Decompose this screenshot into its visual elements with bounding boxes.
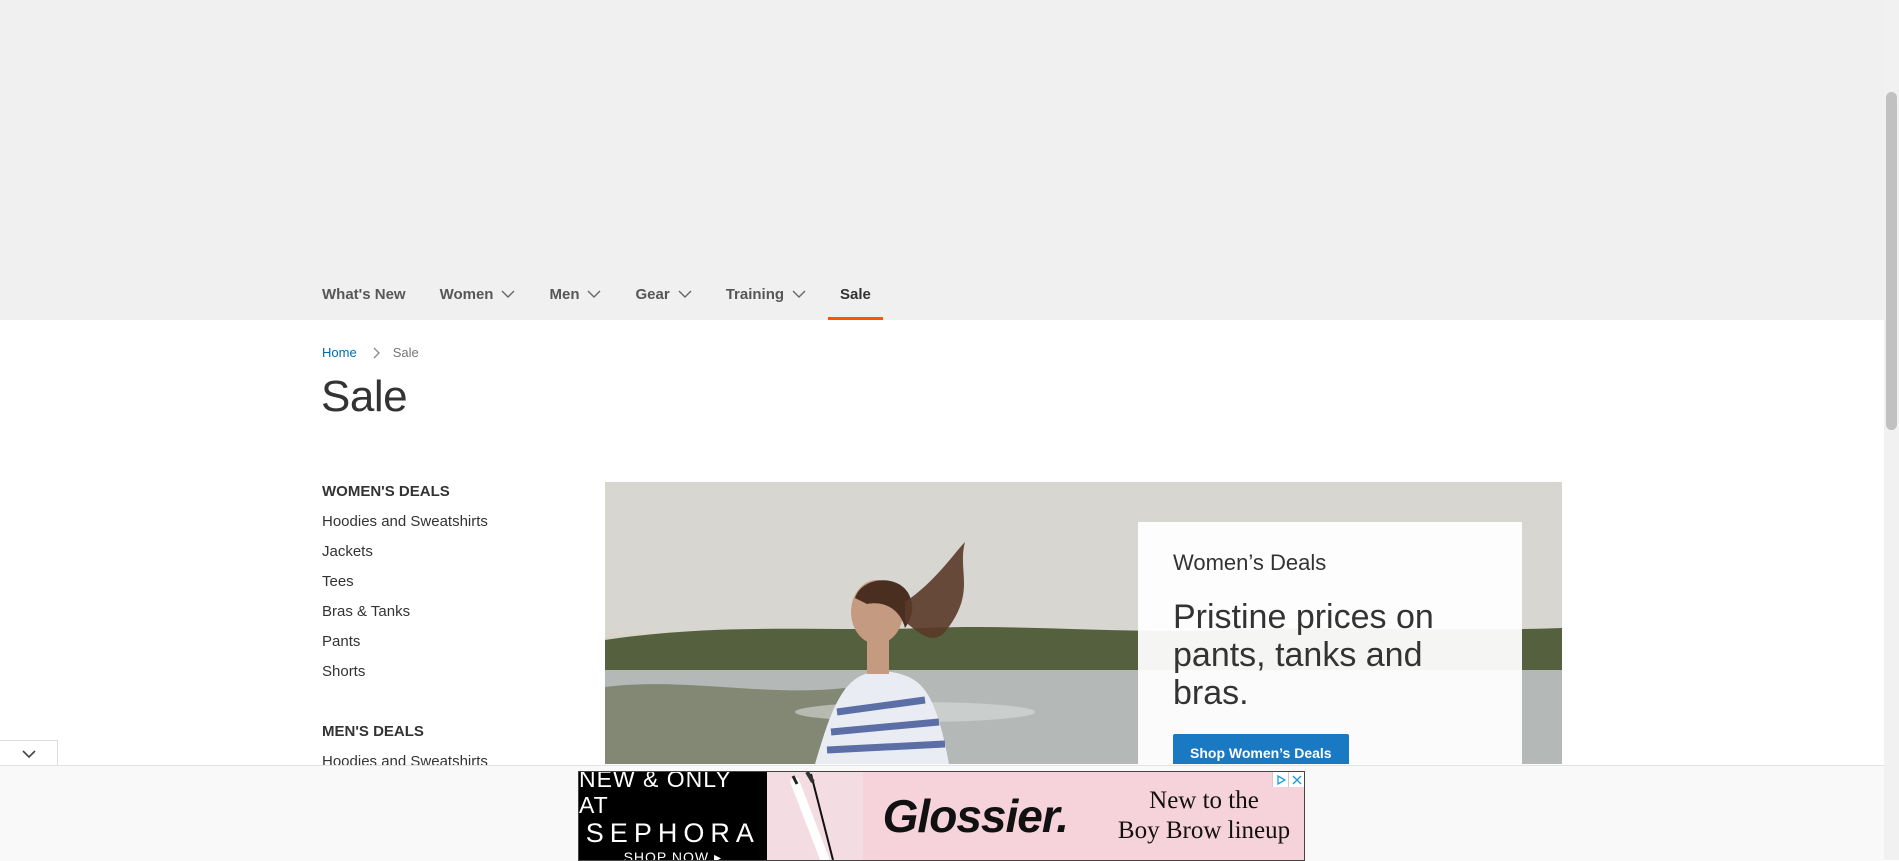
nav-item-men[interactable]: Men <box>549 268 601 320</box>
sidebar-link[interactable]: Pants <box>322 632 562 662</box>
sidebar-link[interactable]: Bras & Tanks <box>322 602 562 632</box>
nav-item-training[interactable]: Training <box>726 268 806 320</box>
nav-item-label: Training <box>725 285 785 303</box>
ad-tagline: New to the Boy Brow lineup <box>1104 786 1304 846</box>
ad-sephora-line1: NEW & ONLY AT <box>579 771 732 818</box>
ad-tagline-line2: Boy Brow lineup <box>1117 817 1291 844</box>
header-band <box>0 0 1884 320</box>
ad-bar: NEW & ONLY AT SEPHORA SHOP NOW ▸ Glossie… <box>0 765 1884 861</box>
nav-item-label: Women <box>439 285 494 303</box>
chevron-down-icon <box>678 290 692 298</box>
chevron-down-icon <box>21 750 36 759</box>
sidebar-link[interactable]: Tees <box>322 572 562 602</box>
nav-item-women[interactable]: Women <box>440 268 516 320</box>
sidebar-deals: WOMEN'S DEALS Hoodies and Sweatshirts Ja… <box>322 482 562 782</box>
nav-item-label: Sale <box>840 285 871 303</box>
nav-item-sale[interactable]: Sale <box>828 268 883 320</box>
chevron-down-icon <box>587 290 601 298</box>
close-icon[interactable] <box>1288 772 1304 787</box>
sidebar-link[interactable]: Hoodies and Sweatshirts <box>322 512 562 542</box>
sidebar-group-title: MEN'S DEALS <box>322 723 424 740</box>
ad-controls <box>1272 772 1304 787</box>
ad-tagline-line1: New to the <box>1149 787 1259 814</box>
adchoices-icon[interactable] <box>1272 772 1288 787</box>
ad-sephora-line2: SEPHORA <box>585 818 760 848</box>
hero-banner[interactable]: Women’s Deals Pristine prices on pants, … <box>605 482 1562 764</box>
promo-eyebrow: Women’s Deals <box>1173 550 1327 575</box>
ad-glossier-panel: Glossier. New to the Boy Brow lineup <box>862 772 1304 860</box>
chevron-down-icon <box>501 290 515 298</box>
ad-product-image <box>766 772 863 860</box>
nav-item-whats-new[interactable]: What's New <box>322 268 406 320</box>
chevron-down-icon <box>792 290 806 298</box>
scrollbar-thumb[interactable] <box>1886 92 1897 430</box>
ad-brand: Glossier. <box>882 790 1069 842</box>
brow-pencil-image <box>790 772 834 860</box>
ad-sephora-line3: SHOP NOW ▸ <box>623 849 723 861</box>
breadcrumb: Home Sale <box>322 345 419 360</box>
ad-sephora-panel: NEW & ONLY AT SEPHORA SHOP NOW ▸ <box>579 772 767 860</box>
collapse-ad-button[interactable] <box>0 740 58 767</box>
sidebar-link[interactable]: Shorts <box>322 662 562 692</box>
breadcrumb-home-link[interactable]: Home <box>322 345 357 360</box>
nav-item-gear[interactable]: Gear <box>635 268 692 320</box>
breadcrumb-current: Sale <box>392 345 419 360</box>
promo-headline: Pristine prices on pants, tanks and bras… <box>1173 598 1434 712</box>
page-title: Sale <box>321 372 408 421</box>
promo-card: Women’s Deals Pristine prices on pants, … <box>1138 522 1522 764</box>
sidebar-link[interactable]: Jackets <box>322 542 562 572</box>
nav-item-label: Gear <box>635 285 670 303</box>
sidebar-group-title: WOMEN'S DEALS <box>322 483 450 500</box>
nav-item-label: Men <box>549 285 580 303</box>
nav-item-label: What's New <box>322 285 406 303</box>
main-navigation: What's New Women Men Gear Training Sale <box>322 268 917 320</box>
chevron-right-icon <box>373 347 380 358</box>
shop-womens-deals-button[interactable]: Shop Women’s Deals <box>1173 734 1349 764</box>
banner-ad[interactable]: NEW & ONLY AT SEPHORA SHOP NOW ▸ Glossie… <box>578 771 1305 861</box>
